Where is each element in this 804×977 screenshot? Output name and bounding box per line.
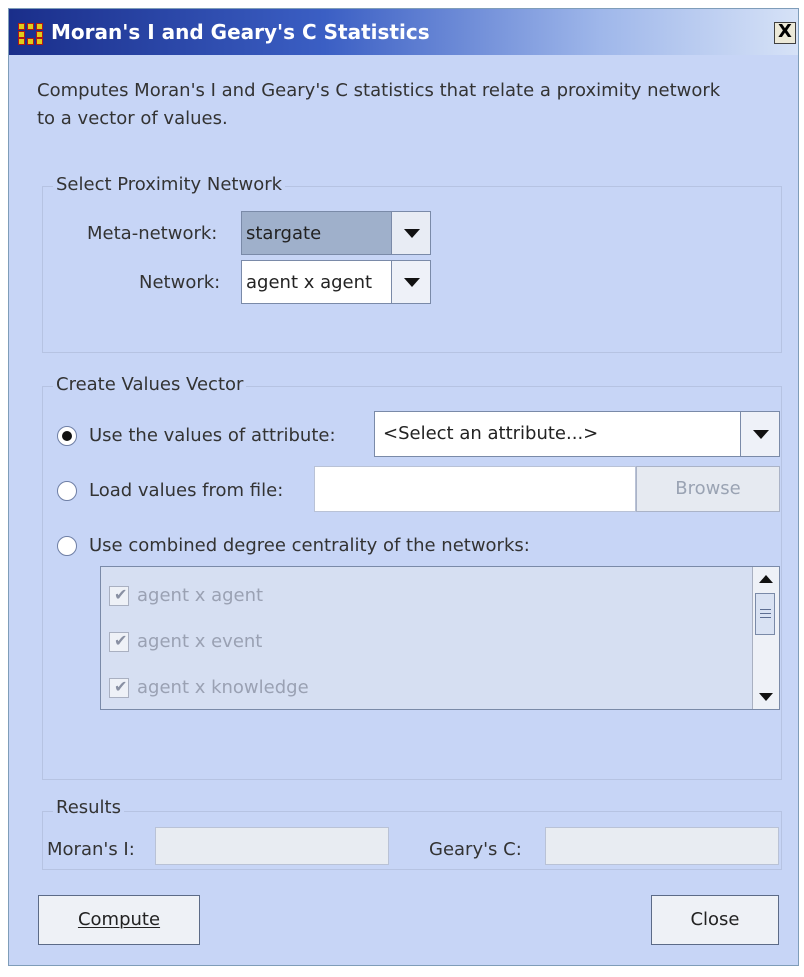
metanetwork-combo[interactable]: stargate bbox=[241, 211, 431, 255]
close-window-button[interactable]: X bbox=[774, 22, 796, 44]
statistics-dialog: Moran's I and Geary's C Statistics X Com… bbox=[8, 8, 799, 966]
compute-button[interactable]: Compute bbox=[38, 895, 200, 945]
metanetwork-label: Meta-network: bbox=[87, 223, 218, 244]
list-scrollbar[interactable] bbox=[752, 567, 779, 709]
grip-line bbox=[760, 613, 771, 614]
scroll-thumb[interactable] bbox=[755, 593, 775, 635]
attribute-combo[interactable]: <Select an attribute...> bbox=[374, 411, 780, 457]
morans-value-field[interactable] bbox=[155, 827, 389, 865]
list-item-label: agent x knowledge bbox=[137, 677, 309, 698]
proximity-network-legend: Select Proximity Network bbox=[53, 174, 286, 195]
description-text: Computes Moran's I and Geary's C statist… bbox=[37, 80, 721, 129]
network-combo[interactable]: agent x agent bbox=[241, 260, 431, 304]
check-icon: ✔ bbox=[114, 677, 128, 696]
radio-selected-dot bbox=[62, 431, 72, 441]
grip-line bbox=[760, 617, 771, 618]
scroll-down-button[interactable] bbox=[753, 685, 778, 709]
network-value: agent x agent bbox=[246, 272, 373, 293]
check-icon: ✔ bbox=[114, 585, 128, 604]
centrality-radio-label[interactable]: Use combined degree centrality of the ne… bbox=[89, 535, 530, 556]
file-path-field[interactable] bbox=[314, 466, 636, 512]
app-logo-icon bbox=[18, 23, 43, 45]
file-radio-label[interactable]: Load values from file: bbox=[89, 480, 283, 501]
attribute-value: <Select an attribute...> bbox=[383, 423, 599, 444]
gearys-label: Geary's C: bbox=[429, 839, 522, 860]
compute-label: Compute bbox=[77, 909, 161, 930]
networks-list[interactable]: ✔ agent x agent ✔ agent x event ✔ agent … bbox=[100, 566, 780, 710]
grip-line bbox=[760, 609, 771, 610]
scroll-up-button[interactable] bbox=[753, 567, 778, 591]
browse-button[interactable]: Browse bbox=[636, 466, 780, 512]
values-vector-legend: Create Values Vector bbox=[53, 374, 247, 395]
results-legend: Results bbox=[53, 797, 124, 818]
network-label: Network: bbox=[139, 272, 221, 293]
arrow-up-icon bbox=[759, 575, 773, 583]
check-icon: ✔ bbox=[114, 631, 128, 650]
close-button[interactable]: Close bbox=[651, 895, 779, 945]
attribute-radio[interactable] bbox=[57, 426, 77, 446]
checkbox-checked[interactable]: ✔ bbox=[109, 585, 129, 606]
list-item-label: agent x event bbox=[137, 631, 263, 652]
list-item-label: agent x agent bbox=[137, 585, 264, 606]
chevron-down-icon[interactable] bbox=[391, 212, 430, 254]
chevron-down-icon[interactable] bbox=[740, 412, 779, 456]
checkbox-checked[interactable]: ✔ bbox=[109, 631, 129, 652]
chevron-down-icon[interactable] bbox=[391, 261, 430, 303]
window-title: Moran's I and Geary's C Statistics bbox=[51, 20, 430, 44]
metanetwork-value: stargate bbox=[246, 223, 322, 244]
title-bar: Moran's I and Geary's C Statistics X bbox=[9, 9, 798, 55]
gearys-value-field[interactable] bbox=[545, 827, 779, 865]
centrality-radio[interactable] bbox=[57, 536, 77, 556]
checkbox-checked[interactable]: ✔ bbox=[109, 677, 129, 698]
file-radio[interactable] bbox=[57, 481, 77, 501]
morans-label: Moran's I: bbox=[47, 839, 135, 860]
arrow-down-icon bbox=[759, 693, 773, 701]
attribute-radio-label[interactable]: Use the values of attribute: bbox=[89, 425, 336, 446]
